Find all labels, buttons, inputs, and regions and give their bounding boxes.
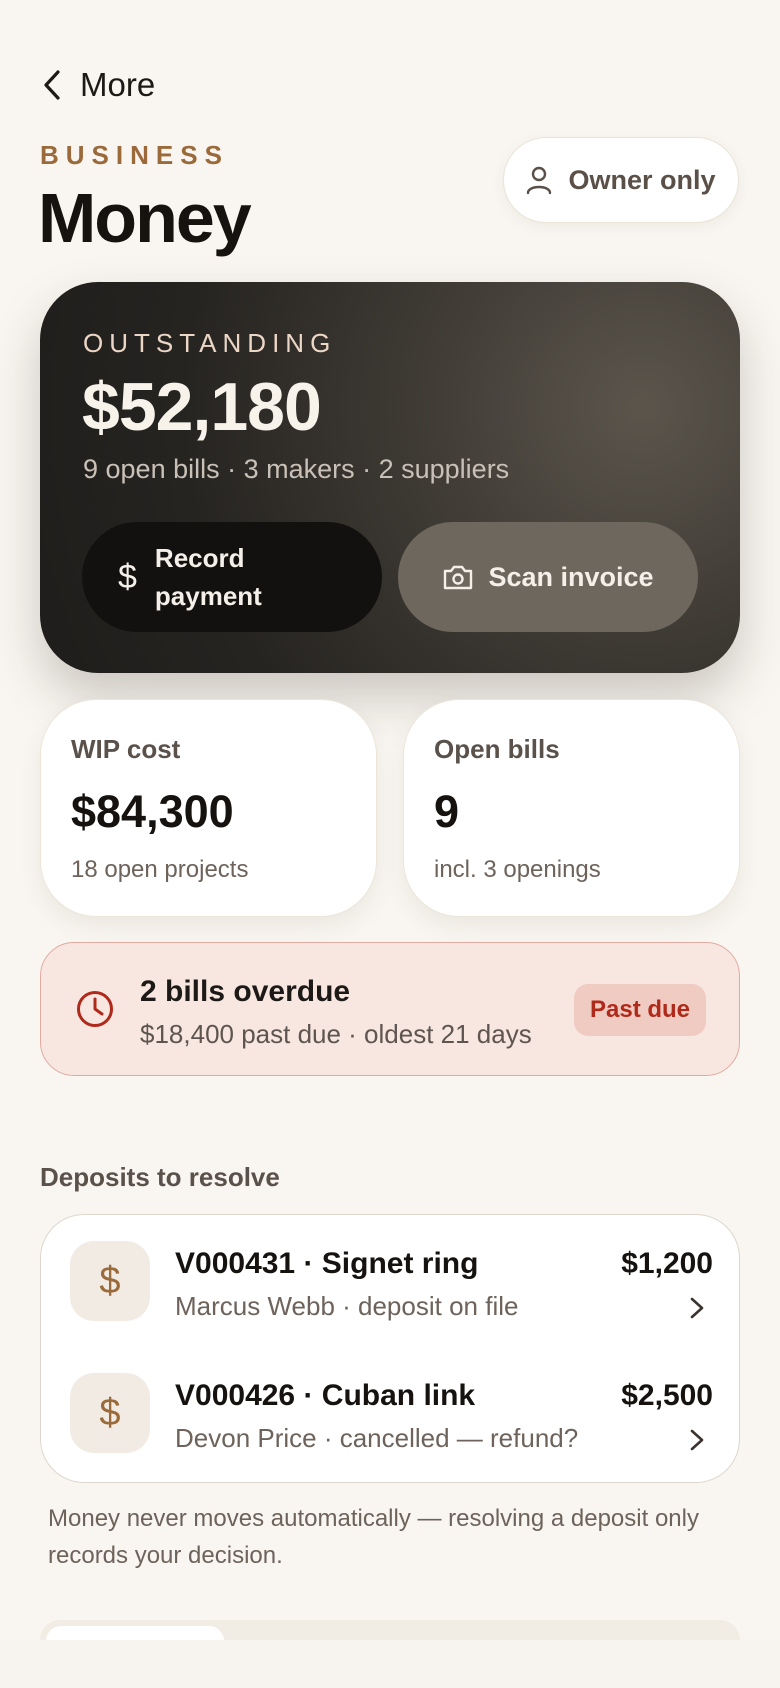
open-bills-card[interactable]: Open bills 9 incl. 3 openings xyxy=(403,699,740,917)
owner-only-badge[interactable]: Owner only xyxy=(503,137,739,223)
stat-value: $84,300 xyxy=(71,786,234,837)
past-due-badge: Past due xyxy=(574,984,706,1036)
deposit-row[interactable]: $ V000431 · Signet ring Marcus Webb · de… xyxy=(41,1229,741,1349)
stat-subtext: 18 open projects xyxy=(71,856,249,883)
stat-subtext: incl. 3 openings xyxy=(434,856,601,883)
outstanding-card: OUTSTANDING $52,180 9 open bills · 3 mak… xyxy=(40,282,740,673)
record-payment-label-line1: Record xyxy=(154,543,245,573)
record-payment-button[interactable]: $ Record payment xyxy=(82,522,382,632)
bottom-fade xyxy=(0,1640,780,1688)
chevron-right-icon xyxy=(690,1297,704,1319)
dollar-icon: $ xyxy=(118,558,137,596)
wip-cost-card[interactable]: WIP cost $84,300 18 open projects xyxy=(40,699,377,917)
clock-icon xyxy=(77,991,113,1027)
user-icon xyxy=(527,166,552,195)
back-label: More xyxy=(80,66,156,103)
deposit-title: V000431 · Signet ring xyxy=(175,1247,479,1280)
stat-label: Open bills xyxy=(434,734,560,764)
chevron-left-icon xyxy=(44,70,60,100)
deposit-title: V000426 · Cuban link xyxy=(175,1379,476,1412)
stat-label: WIP cost xyxy=(71,734,181,764)
outstanding-summary: 9 open bills · 3 makers · 2 suppliers xyxy=(83,454,510,484)
scan-invoice-button[interactable]: Scan invoice xyxy=(398,522,698,632)
deposit-row[interactable]: $ V000426 · Cuban link Devon Price · can… xyxy=(41,1361,741,1481)
deposit-subtitle: Devon Price · cancelled — refund? xyxy=(175,1423,579,1453)
alert-subtitle: $18,400 past due · oldest 21 days xyxy=(140,1019,532,1049)
back-button[interactable]: More xyxy=(40,66,155,104)
page-title: Money xyxy=(38,179,252,257)
outstanding-label: OUTSTANDING xyxy=(83,328,337,358)
bottom-segmented-control[interactable] xyxy=(40,1620,740,1640)
chevron-right-icon xyxy=(690,1429,704,1451)
deposits-footnote: Money never moves automatically — resolv… xyxy=(48,1505,699,1569)
owner-only-label: Owner only xyxy=(568,164,716,195)
dollar-icon: $ xyxy=(70,1241,150,1321)
outstanding-amount: $52,180 xyxy=(82,369,322,445)
record-payment-label: Record payment xyxy=(155,539,262,615)
scan-invoice-label: Scan invoice xyxy=(488,561,654,592)
deposits-section-title: Deposits to resolve xyxy=(40,1162,280,1192)
stat-value: 9 xyxy=(434,786,460,837)
deposits-list: $ V000431 · Signet ring Marcus Webb · de… xyxy=(40,1214,740,1483)
deposit-subtitle: Marcus Webb · deposit on file xyxy=(175,1291,519,1321)
deposit-amount: $2,500 xyxy=(621,1379,713,1412)
record-payment-label-line2: payment xyxy=(154,581,262,611)
alert-title: 2 bills overdue xyxy=(140,975,351,1008)
overdue-bills-alert[interactable]: 2 bills overdue $18,400 past due · oldes… xyxy=(40,942,740,1076)
camera-icon xyxy=(444,565,473,590)
selected-segment[interactable] xyxy=(46,1626,224,1640)
dollar-icon: $ xyxy=(70,1373,150,1453)
section-eyebrow: BUSINESS xyxy=(40,140,229,170)
deposit-amount: $1,200 xyxy=(621,1247,713,1280)
